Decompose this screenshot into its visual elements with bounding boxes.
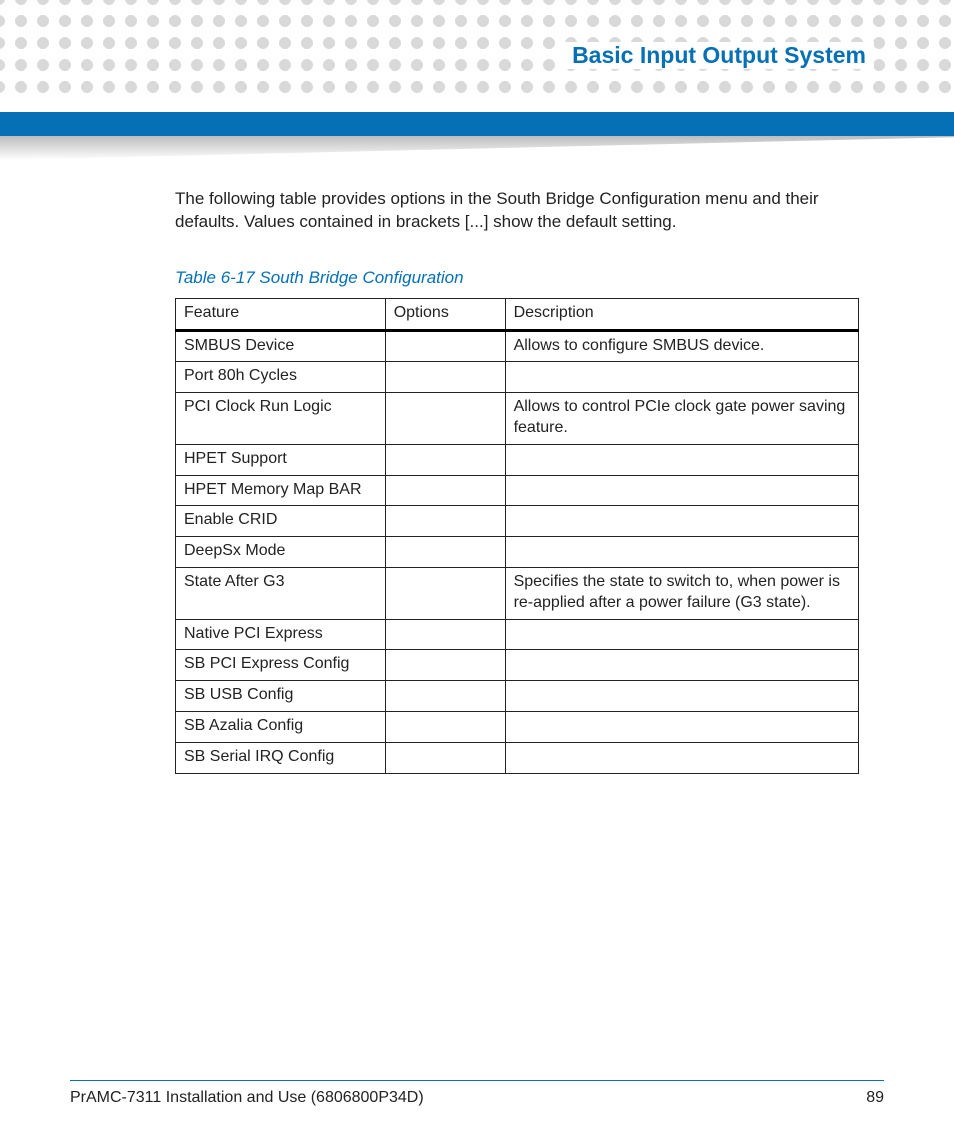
cell-options	[385, 393, 505, 445]
table-caption: Table 6-17 South Bridge Configuration	[175, 268, 865, 288]
cell-feature: HPET Support	[176, 444, 386, 475]
cell-description	[505, 444, 858, 475]
cell-feature: HPET Memory Map BAR	[176, 475, 386, 506]
cell-description: Allows to configure SMBUS device.	[505, 330, 858, 362]
cell-description	[505, 537, 858, 568]
cell-feature: PCI Clock Run Logic	[176, 393, 386, 445]
cell-options	[385, 650, 505, 681]
table-row: Port 80h Cycles	[176, 362, 859, 393]
col-feature: Feature	[176, 298, 386, 330]
cell-options	[385, 537, 505, 568]
table-row: PCI Clock Run Logic Allows to control PCI…	[176, 393, 859, 445]
cell-options	[385, 475, 505, 506]
cell-feature: SB PCI Express Config	[176, 650, 386, 681]
cell-feature: State After G3	[176, 568, 386, 620]
cell-options	[385, 619, 505, 650]
cell-options	[385, 568, 505, 620]
cell-description	[505, 650, 858, 681]
cell-options	[385, 330, 505, 362]
table-row: SB Azalia Config	[176, 712, 859, 743]
cell-options	[385, 712, 505, 743]
footer-doc-id: PrAMC-7311 Installation and Use (6806800…	[70, 1089, 424, 1107]
header-gray-wedge	[0, 136, 954, 160]
cell-feature: Port 80h Cycles	[176, 362, 386, 393]
config-table: Feature Options Description SMBUS Device…	[175, 298, 859, 774]
col-description: Description	[505, 298, 858, 330]
cell-feature: Native PCI Express	[176, 619, 386, 650]
cell-options	[385, 681, 505, 712]
cell-description	[505, 742, 858, 773]
table-row: SB USB Config	[176, 681, 859, 712]
cell-feature: SMBUS Device	[176, 330, 386, 362]
cell-description	[505, 619, 858, 650]
table-row: State After G3 Specifies the state to swi…	[176, 568, 859, 620]
table-row: SMBUS Device Allows to configure SMBUS de…	[176, 330, 859, 362]
cell-description	[505, 506, 858, 537]
cell-description	[505, 712, 858, 743]
cell-description	[505, 362, 858, 393]
cell-description: Allows to control PCIe clock gate power …	[505, 393, 858, 445]
table-header-row: Feature Options Description	[176, 298, 859, 330]
page-footer: PrAMC-7311 Installation and Use (6806800…	[70, 1080, 884, 1107]
col-options: Options	[385, 298, 505, 330]
cell-options	[385, 444, 505, 475]
cell-description	[505, 475, 858, 506]
table-row: SB PCI Express Config	[176, 650, 859, 681]
cell-options	[385, 742, 505, 773]
header-blue-bar	[0, 112, 954, 136]
cell-feature: SB Azalia Config	[176, 712, 386, 743]
table-row: Native PCI Express	[176, 619, 859, 650]
page-content: The following table provides options in …	[175, 188, 865, 774]
section-title: Basic Input Output System	[564, 42, 874, 69]
cell-feature: SB USB Config	[176, 681, 386, 712]
cell-description	[505, 681, 858, 712]
footer-page-number: 89	[866, 1089, 884, 1107]
intro-paragraph: The following table provides options in …	[175, 188, 865, 234]
cell-feature: Enable CRID	[176, 506, 386, 537]
cell-options	[385, 506, 505, 537]
table-row: Enable CRID	[176, 506, 859, 537]
table-row: HPET Support	[176, 444, 859, 475]
cell-feature: DeepSx Mode	[176, 537, 386, 568]
cell-feature: SB Serial IRQ Config	[176, 742, 386, 773]
cell-description: Specifies the state to switch to, when p…	[505, 568, 858, 620]
cell-options	[385, 362, 505, 393]
table-row: SB Serial IRQ Config	[176, 742, 859, 773]
table-row: DeepSx Mode	[176, 537, 859, 568]
table-row: HPET Memory Map BAR	[176, 475, 859, 506]
